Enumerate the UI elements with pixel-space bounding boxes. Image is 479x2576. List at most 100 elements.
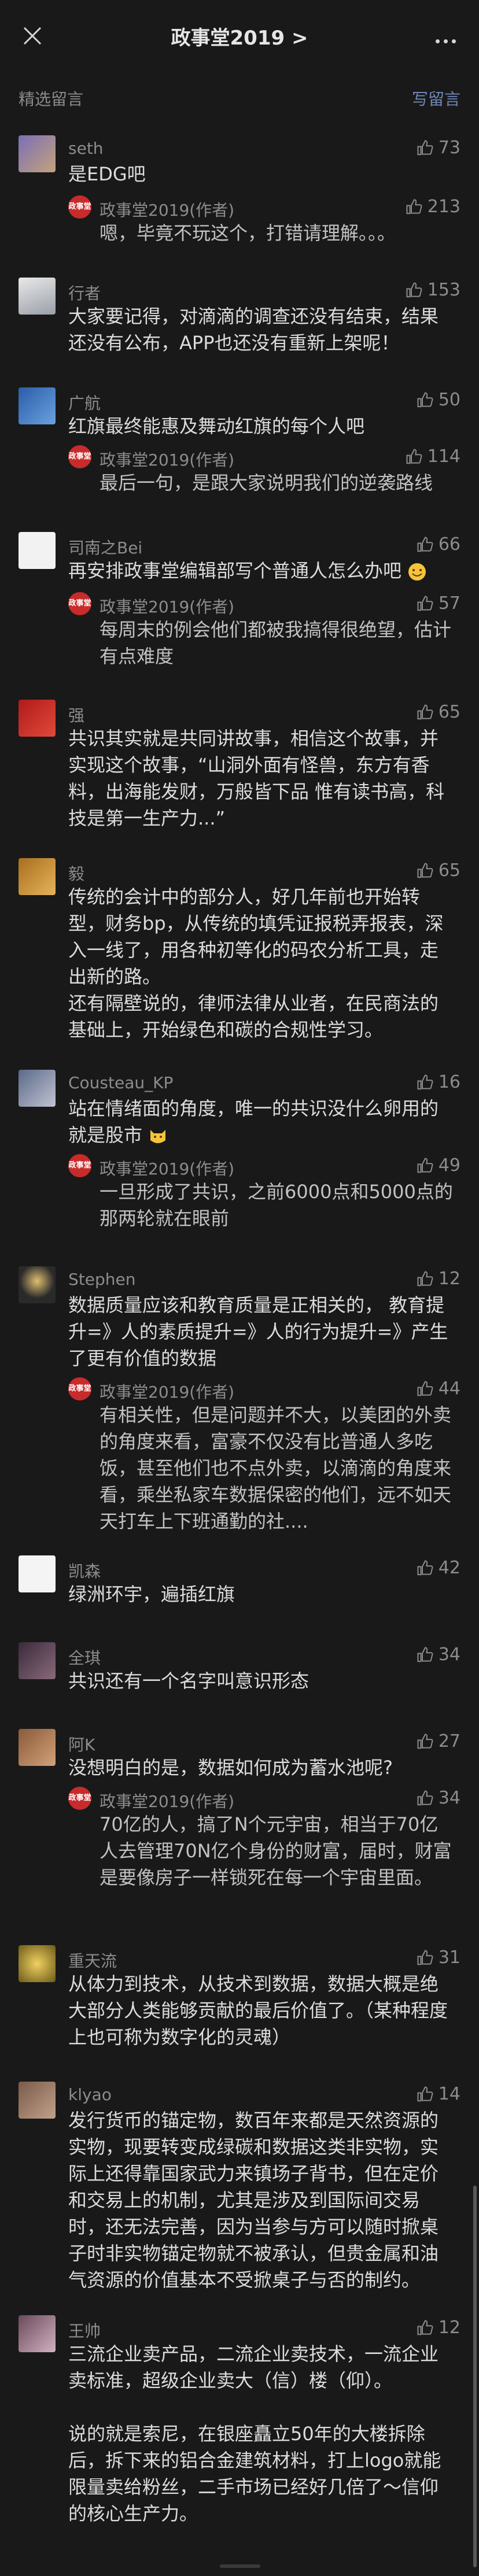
like-button[interactable]: 12: [417, 2318, 460, 2338]
reply-text: 嗯，毕竟不玩这个，打错请理解。。。: [100, 222, 396, 244]
thumb-up-icon: [417, 2319, 433, 2335]
avatar[interactable]: [19, 278, 56, 315]
like-button[interactable]: 42: [417, 1558, 460, 1578]
like-button[interactable]: 27: [417, 1731, 460, 1751]
avatar[interactable]: [19, 2082, 56, 2119]
reply-like-button[interactable]: 114: [406, 446, 460, 467]
comment-item: 广航 50 红旗最终能惠及舞动红旗的每个人吧 政事堂 政事堂2019(作者) 1…: [0, 387, 479, 503]
reply-like-button[interactable]: 213: [406, 197, 460, 217]
like-button[interactable]: 50: [417, 390, 460, 410]
comment-item: 毅 65 传统的会计中的部分人，好几年前也开始转型，财务bp，从传统的填凭证报税…: [0, 858, 479, 1055]
like-button[interactable]: 16: [417, 1072, 460, 1092]
comment-text: 发行货币的锚定物，数百年来都是天然资源的实物，现要转变成绿碳和数据这类非实物，实…: [68, 2109, 439, 2291]
reply-like-button[interactable]: 34: [417, 1788, 460, 1808]
like-button[interactable]: 65: [417, 702, 460, 722]
avatar[interactable]: [19, 2315, 56, 2352]
comment-text: 没想明白的是，数据如何成为蓄水池呢?: [68, 1757, 393, 1779]
comment-author[interactable]: 阿K: [68, 1732, 95, 1755]
comment-item: 王帅 12 三流企业卖产品，二流企业卖技术，一流企业卖标准，超级企业卖大（信）楼…: [0, 2315, 479, 2558]
comment-text: 红旗最终能惠及舞动红旗的每个人吧: [68, 415, 365, 437]
comment-author[interactable]: seth: [68, 139, 104, 158]
comment-text: 数据质量应该和教育质量是正相关的， 教育提升=》人的素质提升=》人的行为提升=》…: [68, 1294, 448, 1369]
thumb-up-icon: [417, 1949, 433, 1965]
comment-author[interactable]: Cousteau_KP: [68, 1073, 173, 1092]
like-button[interactable]: 65: [417, 860, 460, 881]
avatar[interactable]: [19, 387, 56, 424]
reply-author: 政事堂2019(作者): [100, 201, 235, 220]
like-button[interactable]: 66: [417, 534, 460, 555]
comment-item: 强 65 共识其实就是共同讲故事，相信这个故事，并实现这个故事，“山洞外面有怪兽…: [0, 700, 479, 838]
like-count: 49: [438, 1155, 460, 1176]
like-count: 12: [438, 1269, 460, 1289]
comment-item: 司南之Bei 66 再安排政事堂编辑部写个普通人怎么办吧 政事堂 政事堂2019…: [0, 532, 479, 682]
like-count: 213: [427, 197, 460, 217]
reply-author: 政事堂2019(作者): [100, 1383, 235, 1402]
like-button[interactable]: 153: [406, 280, 460, 300]
comment-item: Stephen 12 数据质量应该和教育质量是正相关的， 教育提升=》人的素质提…: [0, 1266, 479, 1532]
avatar[interactable]: [19, 1642, 56, 1679]
author-avatar: 政事堂: [68, 445, 91, 468]
like-count: 34: [438, 1644, 460, 1665]
avatar[interactable]: [19, 1729, 56, 1766]
scrollbar[interactable]: [473, 2186, 477, 2567]
reply-author: 政事堂2019(作者): [100, 1159, 235, 1178]
thumb-up-icon: [417, 1559, 433, 1575]
thumb-up-icon: [406, 448, 422, 464]
avatar[interactable]: [19, 135, 56, 172]
author-avatar: 政事堂: [68, 592, 91, 615]
comment-author[interactable]: 强: [68, 703, 84, 726]
comment-author[interactable]: klyao: [68, 2085, 112, 2104]
avatar[interactable]: [19, 700, 56, 737]
more-icon[interactable]: [432, 35, 456, 46]
reply-text: 最后一句，是跟大家说明我们的逆袭路线: [100, 472, 433, 494]
comment-text: 再安排政事堂编辑部写个普通人怎么办吧: [68, 560, 402, 582]
like-button[interactable]: 73: [417, 138, 460, 158]
like-button[interactable]: 31: [417, 1947, 460, 1968]
reply-like-button[interactable]: 49: [417, 1155, 460, 1176]
reply-text: 每周末的例会他们都被我搞得很绝望，估计有点难度: [100, 619, 452, 667]
like-count: 42: [438, 1558, 460, 1578]
like-count: 14: [438, 2084, 460, 2104]
comment-author[interactable]: 司南之Bei: [68, 535, 142, 559]
thumb-up-icon: [417, 1157, 433, 1173]
avatar[interactable]: [19, 1945, 56, 1982]
thumb-up-icon: [417, 862, 433, 878]
comment-item: 全琪 34 共识还有一个名字叫意识形态: [0, 1642, 479, 1706]
reply-like-button[interactable]: 44: [417, 1378, 460, 1399]
account-title[interactable]: 政事堂2019 >: [0, 22, 479, 50]
like-count: 31: [438, 1947, 460, 1968]
home-indicator[interactable]: [220, 2564, 260, 2568]
comment-text: 大家要记得，对滴滴的调查还没有结束，结果还没有公布，APP也还没有重新上架呢！: [68, 305, 439, 354]
reply-author: 政事堂2019(作者): [100, 450, 235, 470]
like-count: 16: [438, 1072, 460, 1092]
avatar[interactable]: [19, 1266, 56, 1303]
reply-text: 一旦形成了共识，之前6000点和5000点的那两轮就在眼前: [100, 1181, 453, 1229]
write-comment-button[interactable]: 写留言: [412, 87, 460, 110]
reply-text: 有相关性，但是问题并不大，以美团的外卖的角度来看，富豪不仅没有比普通人多吃饭，甚…: [100, 1404, 452, 1532]
like-button[interactable]: 12: [417, 1269, 460, 1289]
comment-author[interactable]: Stephen: [68, 1270, 135, 1289]
reply-author: 政事堂2019(作者): [100, 597, 235, 616]
thumb-up-icon: [417, 536, 433, 552]
comment-author[interactable]: 毅: [68, 862, 84, 885]
like-count: 34: [438, 1788, 460, 1808]
like-button[interactable]: 34: [417, 1644, 460, 1665]
avatar[interactable]: [19, 858, 56, 895]
avatar[interactable]: [19, 1070, 56, 1107]
comment-author[interactable]: 凯森: [68, 1559, 101, 1582]
reply-like-button[interactable]: 57: [417, 593, 460, 613]
reply-text: 70亿的人，搞了N个元宇宙，相当于70亿人去管理70N亿个身份的财富，届时，财富…: [100, 1813, 452, 1888]
comment-author[interactable]: 行者: [68, 281, 101, 304]
like-count: 50: [438, 390, 460, 410]
comment-author[interactable]: 全琪: [68, 1646, 101, 1669]
comment-author[interactable]: 王帅: [68, 2319, 101, 2342]
like-button[interactable]: 14: [417, 2084, 460, 2104]
avatar[interactable]: [19, 1555, 56, 1592]
comment-item: klyao 14 发行货币的锚定物，数百年来都是天然资源的实物，现要转变成绿碳和…: [0, 2082, 479, 2301]
thumb-up-icon: [417, 704, 433, 719]
comment-author[interactable]: 重天流: [68, 1949, 117, 1972]
thumb-up-icon: [417, 2086, 433, 2101]
like-count: 65: [438, 860, 460, 881]
avatar[interactable]: [19, 532, 56, 569]
comment-author[interactable]: 广航: [68, 391, 101, 414]
